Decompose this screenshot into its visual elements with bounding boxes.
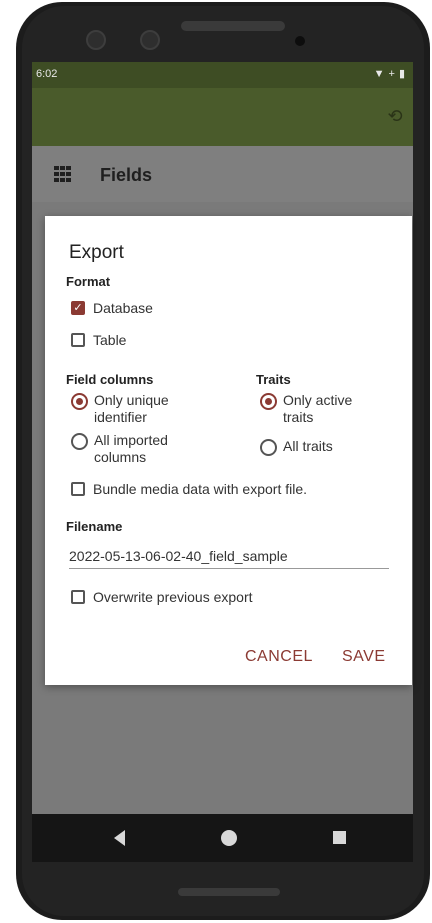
wifi-icon: ▼ — [373, 68, 385, 80]
option-label: All imported columns — [94, 432, 168, 465]
battery-icon: ▮ — [398, 68, 405, 80]
option-label: Bundle media data with export file. — [93, 481, 308, 497]
dialog-title: Export — [69, 242, 124, 263]
earpiece-speaker — [181, 21, 285, 31]
back-icon[interactable] — [114, 830, 125, 846]
checkbox-icon[interactable] — [71, 482, 85, 496]
recents-icon[interactable] — [333, 831, 346, 844]
radio-icon[interactable] — [260, 439, 277, 456]
export-dialog: Export Format ✓ Database Table Field col… — [45, 216, 412, 685]
traits-active-option[interactable]: Only active traits — [260, 392, 380, 426]
status-time: 6:02 — [36, 68, 58, 80]
field-columns-label: Field columns — [66, 372, 154, 387]
status-icons: ▼ + ▮ — [370, 67, 405, 80]
plus-icon: + — [388, 68, 395, 80]
radio-selected-icon[interactable] — [71, 393, 88, 410]
home-icon[interactable] — [221, 830, 237, 846]
checkbox-icon[interactable] — [71, 590, 85, 604]
radio-icon[interactable] — [71, 433, 88, 450]
checkbox-icon[interactable] — [71, 333, 85, 347]
navigation-bar — [32, 814, 413, 862]
front-camera-icon — [140, 30, 160, 50]
option-label: All traits — [283, 438, 333, 454]
traits-all-option[interactable]: All traits — [260, 438, 333, 456]
proximity-sensor — [295, 36, 305, 46]
app-bar: ⟲ — [32, 88, 413, 146]
option-label: Table — [93, 332, 127, 348]
option-label: Only active traits — [283, 392, 353, 425]
option-label: Database — [93, 300, 153, 316]
page-title: Fields — [100, 165, 153, 185]
grid-icon[interactable] — [54, 166, 72, 182]
toolbar: Fields — [32, 146, 413, 202]
radio-selected-icon[interactable] — [260, 393, 277, 410]
filename-input[interactable] — [69, 546, 389, 569]
bundle-media-option[interactable]: Bundle media data with export file. — [71, 481, 307, 498]
format-database-option[interactable]: ✓ Database — [71, 300, 153, 317]
status-bar: 6:02 ▼ + ▮ — [32, 62, 413, 88]
option-label: Only unique identifier — [94, 392, 169, 425]
field-columns-unique-option[interactable]: Only unique identifier — [71, 392, 211, 426]
overwrite-option[interactable]: Overwrite previous export — [71, 589, 253, 606]
phone-chin-bar — [178, 888, 280, 896]
traits-label: Traits — [256, 372, 291, 387]
front-camera-icon — [86, 30, 106, 50]
option-label: Overwrite previous export — [93, 589, 253, 605]
save-button[interactable]: SAVE — [342, 648, 386, 666]
format-label: Format — [66, 274, 111, 289]
history-icon[interactable]: ⟲ — [385, 106, 405, 126]
format-table-option[interactable]: Table — [71, 332, 126, 349]
cancel-button[interactable]: CANCEL — [245, 648, 313, 666]
field-columns-all-option[interactable]: All imported columns — [71, 432, 211, 466]
filename-label: Filename — [66, 519, 123, 534]
checkbox-checked-icon[interactable]: ✓ — [71, 301, 85, 315]
